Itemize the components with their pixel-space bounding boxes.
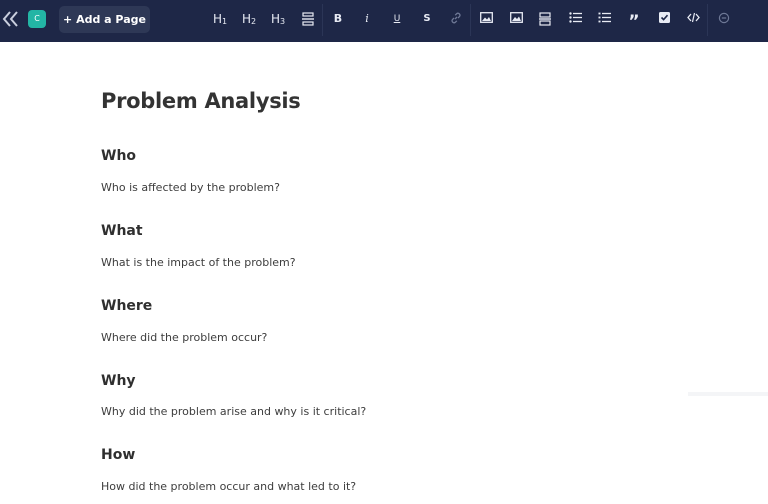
collapse-sidebar-icon[interactable] [1, 9, 21, 29]
section-heading-how[interactable]: How [101, 447, 135, 463]
section-text-how[interactable]: How did the problem occur and what led t… [101, 480, 356, 493]
heading-3-icon: H3 [270, 12, 286, 26]
workspace-avatar[interactable]: C [28, 10, 46, 28]
heading-2-icon: H2 [241, 12, 257, 26]
comment-icon [718, 12, 730, 24]
image-icon [479, 12, 493, 23]
horizontal-rule-icon [302, 12, 314, 26]
section-text-why[interactable]: Why did the problem arise and why is it … [101, 405, 366, 418]
checkbox-icon [658, 12, 670, 23]
block-icon [539, 12, 551, 26]
page-edge-shadow [688, 392, 768, 396]
bullet-list-button[interactable] [566, 9, 584, 29]
link-icon [451, 12, 461, 24]
underline-button[interactable]: U [388, 9, 406, 29]
strikethrough-icon: S [423, 13, 431, 24]
bullet-list-icon [568, 12, 582, 23]
image-button[interactable] [477, 9, 495, 29]
bold-button[interactable]: B [329, 9, 347, 29]
numbered-list-icon [598, 12, 611, 23]
section-text-what[interactable]: What is the impact of the problem? [101, 256, 296, 269]
toolbar-separator [707, 4, 708, 36]
block-button[interactable] [536, 9, 554, 29]
quote-button[interactable]: ” [625, 9, 643, 32]
toolbar-separator [322, 4, 323, 36]
toolbar-separator [470, 4, 471, 36]
section-heading-where[interactable]: Where [101, 298, 152, 314]
section-heading-what[interactable]: What [101, 223, 143, 239]
bold-icon: B [333, 12, 343, 25]
section-heading-who[interactable]: Who [101, 148, 136, 164]
gallery-button[interactable] [507, 9, 525, 29]
section-text-who[interactable]: Who is affected by the problem? [101, 181, 280, 194]
checklist-button[interactable] [655, 9, 673, 29]
link-button[interactable] [447, 9, 465, 29]
strikethrough-button[interactable]: S [418, 9, 436, 29]
quote-icon: ” [628, 12, 640, 32]
code-button[interactable] [684, 9, 702, 29]
section-text-where[interactable]: Where did the problem occur? [101, 331, 267, 344]
heading-3-button[interactable]: H3 [267, 9, 289, 29]
numbered-list-button[interactable] [595, 9, 613, 29]
comment-button[interactable] [715, 9, 733, 29]
divider-button[interactable] [299, 9, 317, 29]
italic-button[interactable]: i [358, 9, 376, 29]
document-editor[interactable]: Problem Analysis Who Who is affected by … [0, 42, 768, 504]
heading-1-button[interactable]: H1 [209, 9, 231, 29]
section-heading-why[interactable]: Why [101, 373, 136, 389]
page-title[interactable]: Problem Analysis [101, 89, 301, 113]
underline-icon: U [393, 14, 401, 24]
heading-1-icon: H1 [212, 12, 228, 26]
add-page-button[interactable]: + Add a Page [59, 6, 150, 33]
editor-toolbar: C + Add a Page H1 H2 H3 B i U S ” [0, 0, 768, 42]
heading-2-button[interactable]: H2 [238, 9, 260, 29]
italic-icon: i [365, 12, 369, 25]
gallery-icon [509, 12, 523, 23]
code-icon [686, 12, 700, 23]
